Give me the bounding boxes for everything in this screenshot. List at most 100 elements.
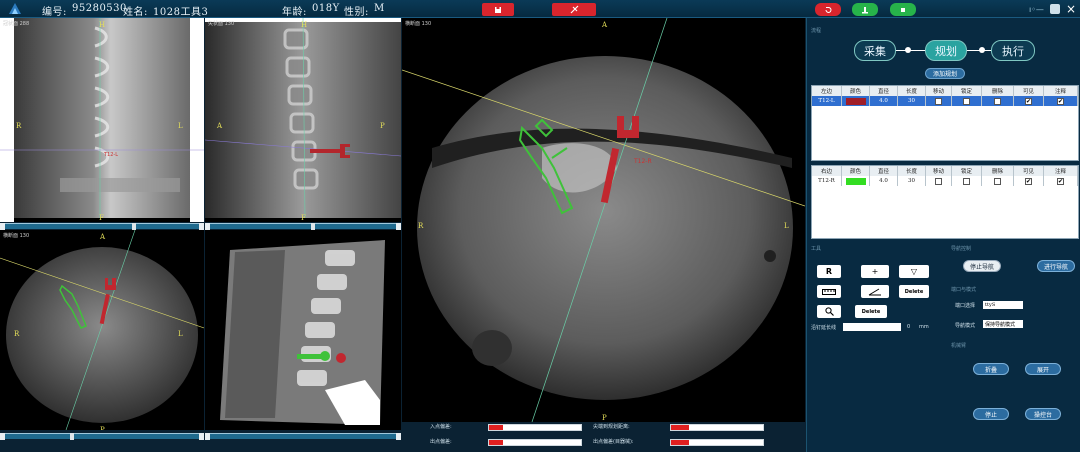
right-table-row[interactable]: T12-R 4.0 30 ✔ ✔ bbox=[812, 176, 1078, 186]
slider-right-cap-4[interactable] bbox=[396, 433, 401, 440]
row-lock-r[interactable] bbox=[952, 176, 982, 186]
console-button[interactable]: 操控台 bbox=[1025, 408, 1061, 420]
in-offset-bar bbox=[488, 424, 582, 431]
slider-left-cap[interactable] bbox=[0, 223, 5, 230]
slider-left-cap-3[interactable] bbox=[0, 433, 5, 440]
axial-small-slider[interactable] bbox=[0, 433, 204, 440]
sagittal-view[interactable]: 矢状面 130 H F A P bbox=[205, 18, 401, 222]
tool-button[interactable] bbox=[552, 3, 596, 16]
left-table-row[interactable]: T12-L 4.0 30 ✔ ✔ bbox=[812, 96, 1078, 106]
app-logo-icon bbox=[9, 3, 21, 14]
coronal-slider[interactable] bbox=[0, 223, 204, 230]
coronal-label: 冠状面 288 bbox=[3, 21, 30, 27]
delete-ruler-button[interactable]: Delete bbox=[899, 285, 929, 298]
col-move-r: 移动 bbox=[926, 166, 952, 176]
note-checkbox-r[interactable]: ✔ bbox=[1057, 177, 1064, 185]
slider-right-cap-2[interactable] bbox=[396, 223, 401, 230]
row-lock[interactable] bbox=[952, 96, 982, 106]
row-visible-r[interactable]: ✔ bbox=[1014, 176, 1044, 186]
fold-button[interactable]: 折叠 bbox=[973, 363, 1009, 375]
row-diameter[interactable]: 4.0 bbox=[870, 96, 898, 106]
tip-dev-bar bbox=[670, 439, 764, 446]
step-execute[interactable]: 执行 bbox=[991, 40, 1035, 61]
angle-button[interactable]: ▽ bbox=[899, 265, 929, 278]
section-label-arm: 机械臂 bbox=[951, 343, 967, 349]
slider-left-cap-2[interactable] bbox=[205, 223, 210, 230]
sagittal-slider[interactable] bbox=[205, 223, 401, 230]
slider-right-cap-3[interactable] bbox=[199, 433, 204, 440]
orient-r-small: R bbox=[14, 330, 20, 338]
volume-icon[interactable]: ı◦— bbox=[1029, 5, 1044, 14]
robot-arm-button-1[interactable] bbox=[852, 3, 878, 16]
coronal-view[interactable]: T12-L 冠状面 288 H F R L bbox=[0, 18, 204, 222]
orient-l-small: L bbox=[178, 330, 183, 338]
row-delete-r[interactable] bbox=[982, 176, 1014, 186]
left-table-header: 左边 颜色 直径 长度 移动 锁定 删除 可见 注释 bbox=[812, 86, 1078, 96]
row-length[interactable]: 30 bbox=[898, 96, 926, 106]
slider-left-cap-4[interactable] bbox=[205, 433, 210, 440]
mode-select[interactable]: 保持导航模式 bbox=[983, 320, 1023, 328]
step-collect[interactable]: 采集 bbox=[854, 40, 896, 61]
delete-checkbox-r[interactable] bbox=[994, 177, 1001, 185]
note-checkbox[interactable]: ✔ bbox=[1057, 97, 1064, 105]
col-diameter: 直径 bbox=[870, 86, 898, 96]
undo-button[interactable] bbox=[815, 3, 841, 16]
delete-all-button[interactable]: Delete bbox=[855, 305, 887, 318]
close-icon[interactable]: × bbox=[1066, 3, 1076, 15]
zoom-button[interactable] bbox=[817, 305, 841, 318]
measure-angle-button[interactable] bbox=[861, 285, 889, 298]
row-visible[interactable]: ✔ bbox=[1014, 96, 1044, 106]
slider-right-cap[interactable] bbox=[199, 223, 204, 230]
reset-button[interactable]: R bbox=[817, 265, 841, 278]
right-panel: 流程 采集 规划 执行 添加规划 左边 颜色 直径 长度 移动 锁定 删除 可见… bbox=[806, 18, 1080, 452]
stop-button[interactable]: 停止 bbox=[973, 408, 1009, 420]
start-nav-button[interactable]: 进行导航 bbox=[1037, 260, 1075, 272]
row-delete[interactable] bbox=[982, 96, 1014, 106]
row-move-r[interactable] bbox=[926, 176, 952, 186]
col-diameter-r: 直径 bbox=[870, 166, 898, 176]
stop-nav-button[interactable]: 停止导航 bbox=[963, 260, 1001, 272]
move-checkbox-r[interactable] bbox=[935, 177, 942, 185]
visible-checkbox-r[interactable]: ✔ bbox=[1025, 177, 1032, 185]
slider-thumb[interactable] bbox=[132, 223, 136, 230]
slider-thumb-2[interactable] bbox=[311, 223, 315, 230]
row-color-swatch-r[interactable] bbox=[842, 176, 870, 186]
row-diameter-r[interactable]: 4.0 bbox=[870, 176, 898, 186]
robot-base-icon bbox=[901, 7, 905, 12]
axial-main-view[interactable]: T12-R A P R L 横断面 130 bbox=[402, 18, 805, 422]
3d-render-view[interactable] bbox=[205, 230, 401, 430]
col-side-r: 右边 bbox=[812, 166, 842, 176]
robot-arm-icon bbox=[862, 6, 868, 13]
row-move[interactable] bbox=[926, 96, 952, 106]
extend-input[interactable] bbox=[843, 323, 901, 331]
ruler-button[interactable] bbox=[817, 285, 841, 298]
row-note[interactable]: ✔ bbox=[1044, 96, 1078, 106]
row-length-r[interactable]: 30 bbox=[898, 176, 926, 186]
col-note: 注释 bbox=[1044, 86, 1078, 96]
row-note-r[interactable]: ✔ bbox=[1044, 176, 1078, 186]
axial-small-label: 横断面 130 bbox=[3, 233, 30, 239]
port-select[interactable]: ttyS bbox=[983, 301, 1023, 309]
3d-render-slider[interactable] bbox=[205, 433, 401, 440]
move-checkbox[interactable] bbox=[935, 97, 942, 105]
patient-name-value: 1028工具3 bbox=[153, 7, 209, 18]
row-name: T12-L bbox=[812, 96, 842, 106]
delete-checkbox[interactable] bbox=[994, 97, 1001, 105]
step-plan[interactable]: 规划 bbox=[925, 40, 967, 61]
slider-thumb-3[interactable] bbox=[70, 433, 74, 440]
crosshair-button[interactable]: + bbox=[861, 265, 889, 278]
minimize-icon[interactable] bbox=[1049, 4, 1060, 14]
lock-checkbox[interactable] bbox=[963, 97, 970, 105]
delete-all-label: Delete bbox=[861, 308, 881, 315]
ruler-icon bbox=[822, 288, 836, 295]
extend-value: 0 bbox=[907, 324, 911, 330]
tip-dev-label: 出点偏差(目器械): bbox=[593, 439, 634, 445]
row-color-swatch[interactable] bbox=[842, 96, 870, 106]
visible-checkbox[interactable]: ✔ bbox=[1025, 97, 1032, 105]
expand-button[interactable]: 展开 bbox=[1025, 363, 1061, 375]
add-plan-button[interactable]: 添加规划 bbox=[925, 68, 965, 79]
axial-small-view[interactable]: 横断面 130 A P R L bbox=[0, 230, 204, 430]
lock-checkbox-r[interactable] bbox=[963, 177, 970, 185]
robot-arm-button-2[interactable] bbox=[890, 3, 916, 16]
save-button[interactable] bbox=[482, 3, 514, 16]
